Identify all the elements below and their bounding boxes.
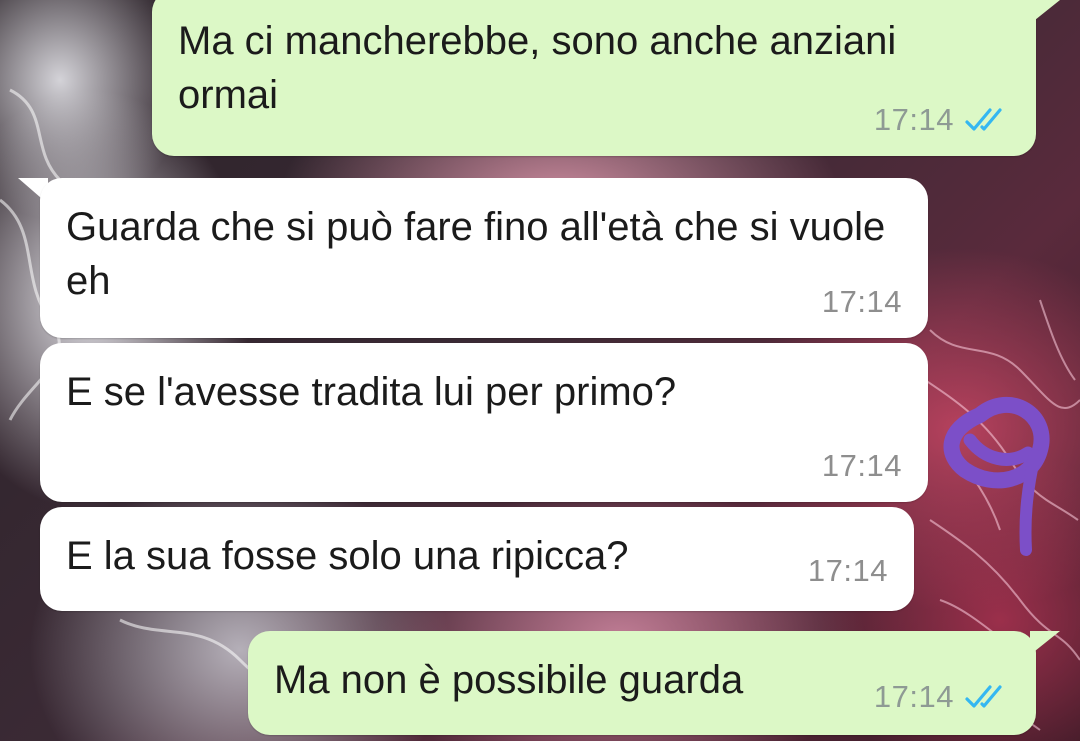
message-time: 17:14 [807, 553, 888, 588]
message-bubble-outgoing[interactable]: Ma non è possibile guarda 17:14 [248, 631, 1036, 735]
message-meta: 17:14 [808, 553, 888, 589]
double-check-icon [965, 685, 1002, 708]
message-text: E la sua fosse solo una ripicca? [66, 534, 629, 578]
message-text: E se l'avesse tradita lui per primo? [66, 370, 677, 414]
purple-doodle-annotation [943, 397, 1050, 556]
message-meta: 17:14 [874, 102, 1010, 138]
bubble-tail-outgoing [1030, 631, 1060, 655]
message-bubble-incoming[interactable]: Guarda che si può fare fino all'età che … [40, 178, 928, 338]
message-bubble-incoming[interactable]: E la sua fosse solo una ripicca? 17:14 [40, 507, 914, 611]
message-text: Guarda che si può fare fino all'età che … [66, 205, 886, 303]
message-time: 17:14 [821, 448, 902, 483]
message-meta: 17:14 [874, 679, 1010, 715]
message-time: 17:14 [821, 284, 902, 319]
message-time: 17:14 [873, 102, 954, 137]
bubble-tail-outgoing [1030, 0, 1060, 24]
message-time: 17:14 [873, 679, 954, 714]
message-text: Ma non è possibile guarda [274, 658, 744, 702]
message-meta: 17:14 [822, 284, 902, 320]
double-check-icon [965, 108, 1002, 131]
message-bubble-outgoing[interactable]: Ma ci mancherebbe, sono anche anziani or… [152, 0, 1036, 156]
message-bubble-incoming[interactable]: E se l'avesse tradita lui per primo? 17:… [40, 343, 928, 502]
message-meta: 17:14 [822, 448, 902, 484]
